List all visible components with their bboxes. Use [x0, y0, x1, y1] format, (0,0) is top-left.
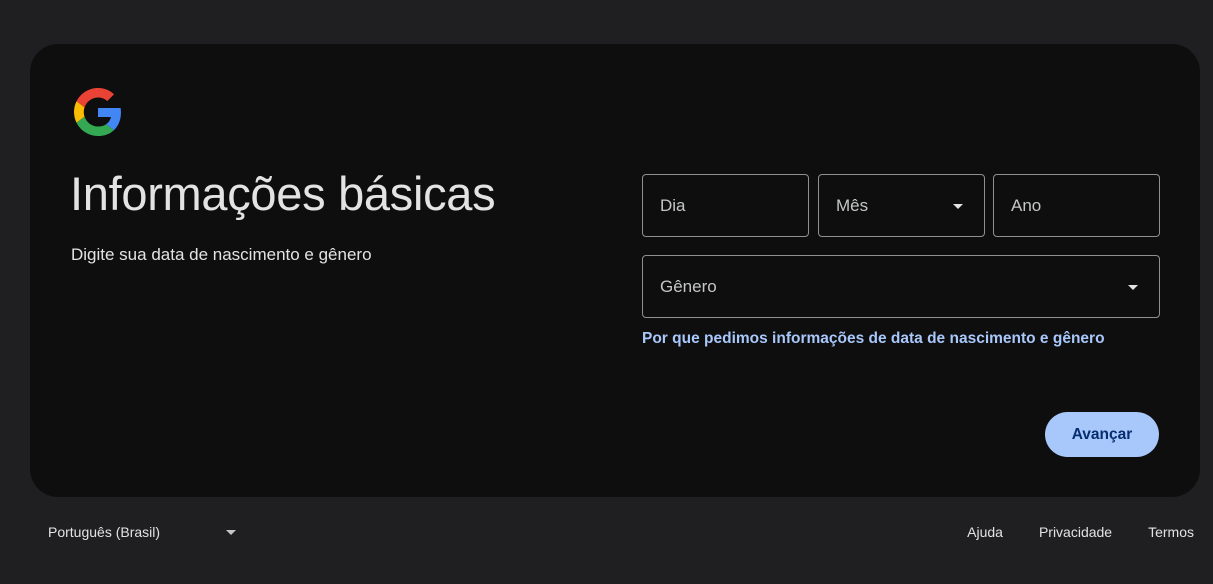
day-field-label: Dia [660, 195, 686, 215]
dropdown-arrow-icon [226, 530, 236, 535]
dropdown-arrow-icon [1128, 284, 1138, 290]
page-subtitle: Digite sua data de nascimento e gênero [71, 245, 372, 264]
month-select-label: Mês [836, 195, 869, 215]
language-select-label: Português (Brasil) [48, 524, 161, 540]
year-field[interactable]: Ano [993, 174, 1160, 237]
privacy-link[interactable]: Privacidade [1039, 524, 1112, 540]
language-select[interactable]: Português (Brasil) [36, 516, 246, 548]
footer: Português (Brasil) Ajuda Privacidade Ter… [0, 510, 1213, 554]
gender-select-label: Gênero [660, 276, 717, 296]
help-link[interactable]: Ajuda [967, 524, 1003, 540]
day-field[interactable]: Dia [642, 174, 809, 237]
dropdown-arrow-icon [953, 203, 963, 209]
next-button[interactable]: Avançar [1045, 412, 1159, 457]
google-g-icon [74, 88, 121, 136]
year-field-label: Ano [1011, 195, 1042, 215]
page-title: Informações básicas [70, 167, 496, 220]
footer-links: Ajuda Privacidade Termos [931, 516, 1194, 548]
gender-select[interactable]: Gênero [642, 255, 1160, 318]
signup-card: Informações básicas Digite sua data de n… [30, 44, 1200, 497]
why-we-ask-link[interactable]: Por que pedimos informações de data de n… [642, 330, 1105, 348]
month-select[interactable]: Mês [818, 174, 985, 237]
terms-link[interactable]: Termos [1148, 524, 1194, 540]
